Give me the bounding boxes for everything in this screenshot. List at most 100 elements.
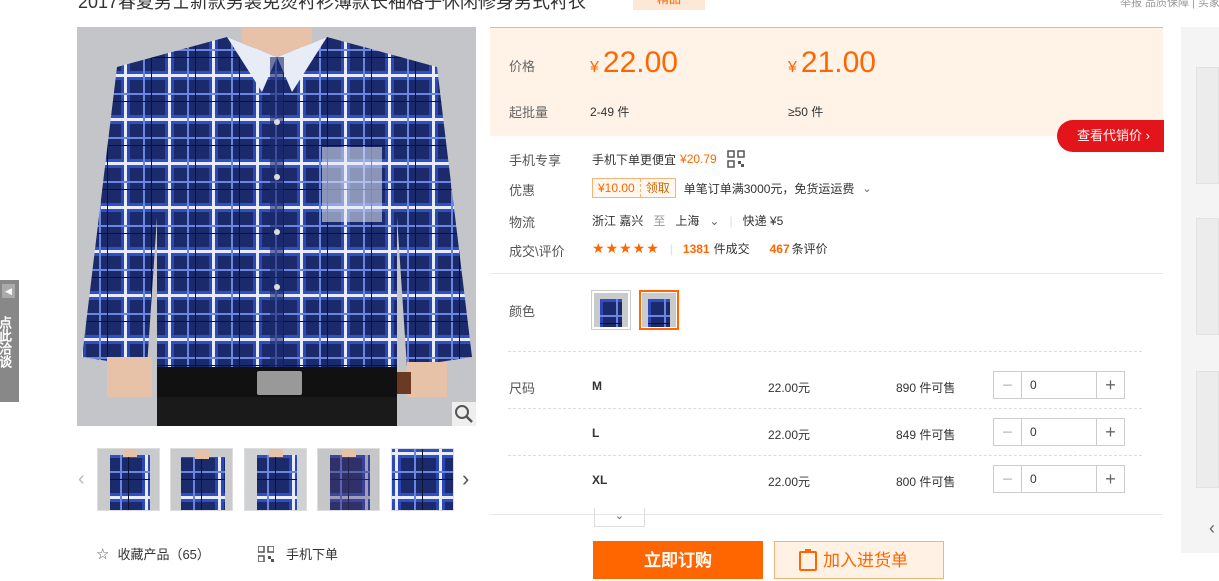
thumbnail[interactable] [170,448,233,511]
color-swatch[interactable] [591,290,631,330]
price-label: 价格 [509,59,536,74]
clipboard-icon [799,549,817,571]
destination-select[interactable]: 上海 [675,212,699,229]
section-divider [490,514,1163,515]
swatch-image [594,293,628,327]
size-stock: 849 件可售 [896,428,956,442]
to-word: 至 [653,214,666,228]
top-right-links[interactable]: 举报 品质保障 | 买家保障 [1120,0,1219,10]
size-name: XL [592,473,608,487]
price-value: 21.00 [800,46,876,79]
decrement-button[interactable]: − [994,372,1022,398]
qrcode-icon[interactable] [726,150,745,168]
dotted-divider [508,408,1142,409]
size-stock: 890 件可售 [896,381,956,395]
tier-2-qty: ≥50 件 [788,105,824,119]
thumbnail[interactable] [244,448,307,511]
logistics-label: 物流 [509,215,536,230]
quantity-stepper: − 0 + [993,465,1125,493]
coupon[interactable]: ¥10.00 领取 [592,178,676,198]
thumb-prev-arrow-icon[interactable]: ‹ [78,468,85,491]
currency-symbol: ¥ [590,59,599,76]
size-price: 22.00元 [768,428,811,442]
swatch-image [642,293,676,327]
dotted-divider [508,455,1142,456]
increment-button[interactable]: + [1096,372,1124,398]
divider: | [729,213,733,228]
add-to-cart-button[interactable]: 加入进货单 [774,541,944,579]
product-title: 2017春夏男士新款男装免烫衬衫薄款长袖格子休闲修身男式衬衣 [78,0,587,12]
deals-label: 成交\评价 [509,244,565,259]
thumb-next-arrow-icon[interactable]: › [462,466,469,492]
price-value: 22.00 [602,46,678,79]
quantity-input[interactable]: 0 [1022,466,1096,492]
quantity-input[interactable]: 0 [1022,419,1096,445]
buy-now-button[interactable]: 立即订购 [593,541,763,579]
currency-symbol: ¥ [788,59,797,76]
mobile-exclusive-label: 手机专享 [509,153,562,168]
zoom-button[interactable] [452,402,476,426]
coupon-amount: ¥10.00 [598,181,635,195]
decrement-button[interactable]: − [994,466,1022,492]
main-product-image[interactable] [77,27,476,426]
size-price: 22.00元 [768,381,811,395]
magnifier-icon [455,405,473,423]
side-chat-tab[interactable]: ◀ 点此洽谈 [0,280,19,402]
thumbnail[interactable] [317,448,380,511]
strip-prev-arrow-icon[interactable]: ‹ [1209,518,1215,539]
mobile-exclusive-text: 手机下单更便宜 [592,152,677,167]
logistics-row: 浙江 嘉兴 至 上海 ⌄ | 快递 ¥5 [592,212,783,229]
quantity-input[interactable]: 0 [1022,372,1096,398]
deals-row: ★★★★★ | 1381 件成交 467 条评价 [592,240,828,257]
moq-label: 起批量 [509,105,549,120]
thumbnail-image [98,449,159,510]
discount-row: ¥10.00 领取 单笔订单满3000元，免货运运费 ⌄ [592,178,872,198]
recommendation-item[interactable] [1196,67,1219,184]
size-price: 22.00元 [768,475,811,489]
price-tier-1: ¥22.00 [590,46,678,80]
size-name: L [592,426,600,440]
mobile-exclusive: 手机下单更便宜 ¥20.79 [592,150,745,168]
side-chat-text: 点此洽谈 [0,316,12,368]
deal-unit: 件成交 [713,242,750,256]
add-to-cart-label: 加入进货单 [823,551,908,570]
collapse-arrow-icon[interactable]: ◀ [2,284,15,298]
review-unit: 条评价 [791,242,828,256]
shirt-photo [77,27,476,426]
chevron-down-icon[interactable]: ⌄ [709,214,719,228]
thumbnail[interactable] [391,448,454,511]
coupon-claim-button[interactable]: 领取 [639,179,675,197]
chevron-down-icon[interactable]: ⌄ [862,182,871,195]
color-swatch-selected[interactable] [639,290,679,330]
distributor-price-button[interactable]: 查看代销价 › [1057,120,1164,152]
quantity-stepper: − 0 + [993,371,1125,399]
mobile-order-link[interactable]: 手机下单 [258,544,338,563]
discount-label: 优惠 [509,183,536,198]
qrcode-icon [258,545,274,562]
divider: | [669,241,673,256]
quality-tag: 精品 [633,0,705,10]
thumbnail-image [245,449,306,510]
favorite-link[interactable]: ☆ 收藏产品（65） [96,544,210,563]
favorite-label: 收藏产品（65） [117,547,210,562]
thumbnail-image [171,449,232,510]
thumbnail-image [318,449,379,510]
thumbnail[interactable] [97,448,160,511]
tier-1-qty: 2-49 件 [590,105,630,119]
color-label: 颜色 [509,304,536,319]
star-outline-icon: ☆ [96,545,110,563]
quantity-stepper: − 0 + [993,418,1125,446]
recommendation-item[interactable] [1196,218,1219,335]
increment-button[interactable]: + [1096,466,1124,492]
price-tier-2: ¥21.00 [788,46,876,80]
thumbnail-image [392,449,453,510]
section-divider [490,273,1163,274]
decrement-button[interactable]: − [994,419,1022,445]
recommendation-item[interactable] [1196,371,1219,488]
size-label: 尺码 [509,381,536,396]
review-count[interactable]: 467 [770,242,790,256]
increment-button[interactable]: + [1096,419,1124,445]
express-fee: 快递 ¥5 [742,214,784,228]
expand-sizes-button[interactable]: ⌄ [594,508,645,527]
deal-count[interactable]: 1381 [683,242,710,256]
